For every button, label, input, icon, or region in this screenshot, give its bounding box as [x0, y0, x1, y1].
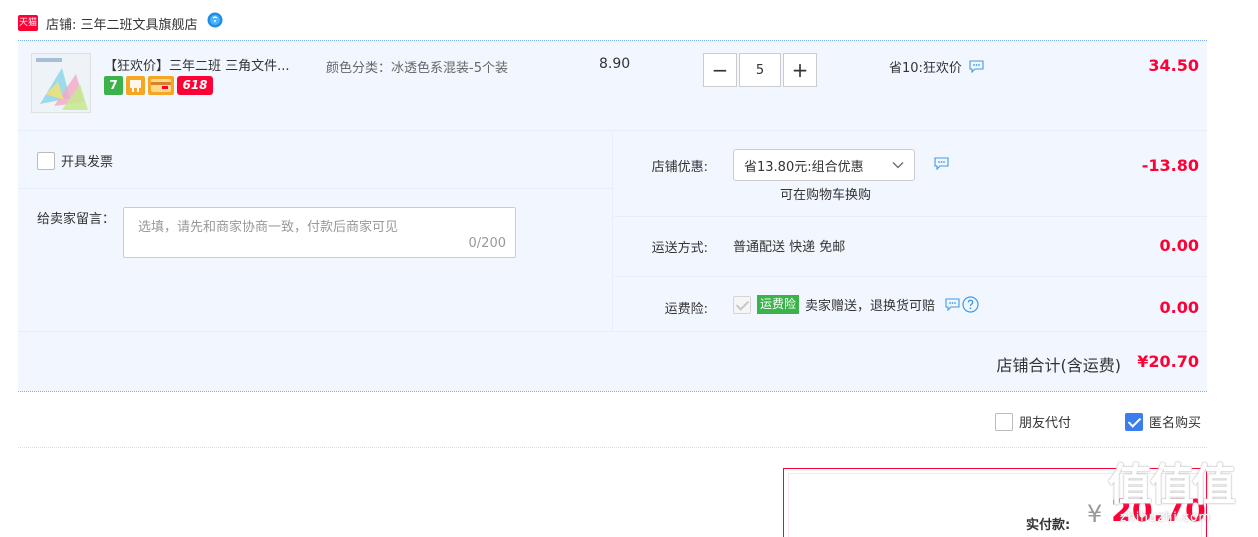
friend-pay-option[interactable]: 朋友代付 — [995, 412, 1071, 431]
comment-icon[interactable] — [945, 298, 960, 311]
shipping-amount: 0.00 — [1159, 236, 1199, 255]
insurance-amount: 0.00 — [1159, 298, 1199, 317]
product-image-icon — [32, 54, 90, 112]
friend-pay-checkbox[interactable] — [995, 412, 1013, 431]
memo-placeholder: 选填，请先和商家协商一致，付款后商家可见 — [138, 220, 399, 235]
shop-discount-row: 店铺优惠: 省13.80元:组合优惠 可在购物车换购 -13.80 — [614, 132, 1207, 217]
shop-discount-amount: -13.80 — [1141, 156, 1199, 175]
friend-pay-label: 朋友代付 — [1019, 416, 1072, 431]
memo-char-counter: 0/200 — [468, 236, 506, 251]
site-watermark: 值值值 zhihuzhi.com — [1108, 462, 1254, 534]
comment-icon[interactable] — [934, 157, 949, 170]
insurance-label: 运费险: — [664, 302, 708, 317]
shipping-method: 普通配送 快递 免邮 — [733, 240, 846, 255]
shop-discount-label: 店铺优惠: — [651, 160, 708, 175]
insurance-tag: 运费险 — [757, 295, 800, 314]
watermark-logo: 值值值 — [1108, 460, 1236, 511]
seven-day-return-badge: 7 — [104, 76, 123, 95]
guarantee-badge-icon — [126, 76, 145, 95]
payment-label: 实付款: — [1026, 518, 1071, 533]
invoice-label: 开具发票 — [61, 155, 114, 170]
shop-header: 天猫 店铺: 三年二班文具旗舰店 — [18, 11, 224, 35]
help-icon[interactable] — [962, 296, 979, 313]
wangwang-chat-icon[interactable] — [206, 12, 224, 28]
anonymous-option[interactable]: 匿名购买 — [1125, 412, 1201, 431]
quantity-decrease-button[interactable]: − — [703, 53, 737, 87]
quantity-input[interactable]: 5 — [739, 53, 781, 87]
watermark-url: zhihuzhi.com — [1120, 510, 1212, 524]
invoice-option[interactable]: 开具发票 — [37, 151, 113, 170]
item-promo-text: 省10:狂欢价 — [889, 61, 962, 76]
credit-card-badge-icon — [148, 76, 174, 95]
insurance-text: 卖家赠送，退换货可赔 — [805, 299, 936, 314]
shop-discount-selected: 省13.80元:组合优惠 — [744, 159, 864, 175]
memo-label: 给卖家留言： — [37, 212, 116, 227]
insurance-option: 运费险 卖家赠送，退换货可赔 — [733, 295, 979, 314]
item-unit-price: 8.90 — [599, 56, 631, 72]
shipping-row: 运送方式: 普通配送 快递 免邮 0.00 — [614, 218, 1207, 277]
comment-icon[interactable] — [969, 60, 984, 73]
shop-total-label: 店铺合计(含运费) — [996, 356, 1122, 375]
order-options-row: 朋友代付 匿名购买 — [18, 398, 1207, 448]
right-panel: 店铺优惠: 省13.80元:组合优惠 可在购物车换购 -13.80 运送方式: … — [614, 132, 1207, 330]
item-sku: 颜色分类：冰透色系混装-5个装 — [326, 61, 508, 76]
shop-total-amount: ¥20.70 — [1137, 352, 1199, 371]
item-promo: 省10:狂欢价 — [889, 57, 984, 76]
item-title-link[interactable]: 【狂欢价】三年二班 三角文件... — [104, 55, 314, 74]
quantity-stepper: − 5 + — [703, 53, 817, 87]
divider — [18, 188, 613, 189]
payment-currency: ¥ — [1087, 500, 1103, 528]
insurance-row: 运费险: 运费险 卖家赠送，退换货可赔 0.00 — [614, 278, 1207, 330]
product-thumbnail[interactable] — [31, 53, 91, 113]
item-badges: 7 618 — [104, 76, 213, 95]
tmall-logo-icon: 天猫 — [18, 15, 38, 31]
left-panel: 开具发票 给卖家留言： 选填，请先和商家协商一致，付款后商家可见 0/200 — [18, 132, 613, 330]
memo-textarea[interactable]: 选填，请先和商家协商一致，付款后商家可见 0/200 — [123, 207, 516, 258]
item-row: 【狂欢价】三年二班 三角文件... 7 618 颜色分类：冰透色系混装-5个装 … — [18, 41, 1207, 131]
promo-618-badge: 618 — [177, 76, 213, 95]
shop-total-row: 店铺合计(含运费) ¥20.70 — [18, 331, 1207, 392]
order-box: 【狂欢价】三年二班 三角文件... 7 618 颜色分类：冰透色系混装-5个装 … — [18, 40, 1207, 392]
insurance-checkbox — [733, 295, 751, 314]
anonymous-label: 匿名购买 — [1149, 416, 1202, 431]
shop-name-link[interactable]: 店铺: 三年二班文具旗舰店 — [46, 14, 198, 33]
chevron-down-icon — [892, 162, 904, 169]
shop-discount-note: 可在购物车换购 — [780, 188, 872, 203]
item-subtotal: 34.50 — [1148, 56, 1199, 75]
shipping-label: 运送方式: — [651, 241, 708, 256]
invoice-checkbox[interactable] — [37, 151, 55, 170]
anonymous-checkbox[interactable] — [1125, 412, 1143, 431]
shop-discount-select[interactable]: 省13.80元:组合优惠 — [733, 149, 915, 181]
quantity-increase-button[interactable]: + — [783, 53, 817, 87]
